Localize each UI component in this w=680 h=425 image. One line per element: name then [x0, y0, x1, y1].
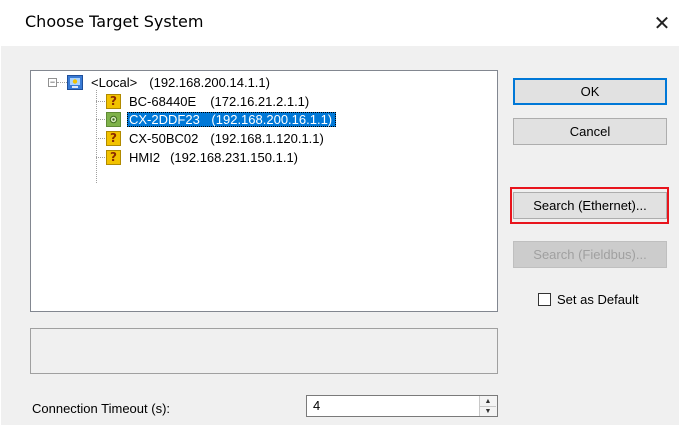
highlight-annotation	[510, 187, 669, 224]
dialog-title: Choose Target System	[25, 12, 204, 31]
status-panel	[30, 328, 498, 374]
collapse-toggle[interactable]: −	[48, 78, 57, 87]
close-button[interactable]: ✕	[647, 8, 677, 38]
tree-guide-line	[96, 90, 97, 183]
ok-button[interactable]: OK	[513, 78, 667, 105]
search-fieldbus-button: Search (Fieldbus)...	[513, 241, 667, 268]
tree-guide-line	[57, 82, 67, 83]
set-as-default-label: Set as Default	[557, 292, 639, 307]
tree-item-hmi2[interactable]: ? HMI2 (192.168.231.150.1.1)	[106, 148, 300, 166]
title-bar: Choose Target System ✕	[0, 0, 680, 46]
connection-timeout-label: Connection Timeout (s):	[32, 401, 171, 416]
cancel-button-label: Cancel	[569, 124, 611, 139]
unknown-device-icon: ?	[106, 93, 121, 109]
tree-item-local[interactable]: <Local> (192.168.200.14.1.1)	[67, 73, 272, 91]
spinner-buttons: ▲ ▼	[479, 396, 497, 416]
tree-item-name: <Local>	[91, 74, 138, 90]
tree-item-name: BC-68440E	[129, 93, 197, 109]
tree-item-address: (192.168.200.16.1.1)	[211, 111, 333, 127]
local-system-icon	[67, 74, 83, 90]
tree-item-bc-68440e[interactable]: ? BC-68440E (172.16.21.2.1.1)	[106, 92, 311, 110]
choose-target-system-dialog: Choose Target System ✕ − <Local> (192.16…	[0, 0, 680, 425]
search-fieldbus-label: Search (Fieldbus)...	[533, 247, 647, 262]
tree-guide-line	[96, 157, 105, 158]
tree-item-address: (192.168.231.150.1.1)	[170, 149, 298, 165]
spin-down-button[interactable]: ▼	[480, 406, 496, 416]
tree-item-selected-label: CX-2DDF23 (192.168.200.16.1.1)	[127, 111, 337, 127]
connection-timeout-spinner[interactable]: 4 ▲ ▼	[306, 395, 498, 417]
connected-device-icon	[106, 111, 121, 127]
unknown-device-icon: ?	[106, 149, 121, 165]
unknown-device-icon: ?	[106, 130, 121, 146]
tree-guide-line	[96, 138, 105, 139]
triangle-down-icon: ▼	[484, 407, 492, 415]
tree-item-name: HMI2	[129, 149, 161, 165]
minus-icon: −	[49, 77, 56, 87]
tree-item-cx-50bc02[interactable]: ? CX-50BC02 (192.168.1.120.1.1)	[106, 129, 326, 147]
set-as-default-checkbox[interactable]: Set as Default	[538, 292, 639, 307]
tree-item-name: CX-50BC02	[129, 130, 199, 146]
close-icon: ✕	[653, 12, 671, 35]
timeout-value[interactable]: 4	[313, 398, 320, 413]
tree-item-name: CX-2DDF23	[129, 111, 200, 127]
cancel-button[interactable]: Cancel	[513, 118, 667, 145]
tree-item-cx-2ddf23[interactable]: CX-2DDF23 (192.168.200.16.1.1)	[106, 110, 337, 128]
triangle-up-icon: ▲	[484, 397, 492, 405]
tree-item-address: (192.168.1.120.1.1)	[210, 130, 324, 146]
checkbox-box[interactable]	[538, 293, 551, 306]
tree-guide-line	[96, 101, 105, 102]
tree-guide-line	[96, 119, 105, 120]
ok-button-label: OK	[580, 84, 600, 99]
target-tree-view[interactable]: − <Local> (192.168.200.14.1.1) ? BC-6844…	[30, 70, 498, 312]
tree-item-address: (172.16.21.2.1.1)	[210, 93, 310, 109]
tree-item-address: (192.168.200.14.1.1)	[149, 74, 270, 90]
